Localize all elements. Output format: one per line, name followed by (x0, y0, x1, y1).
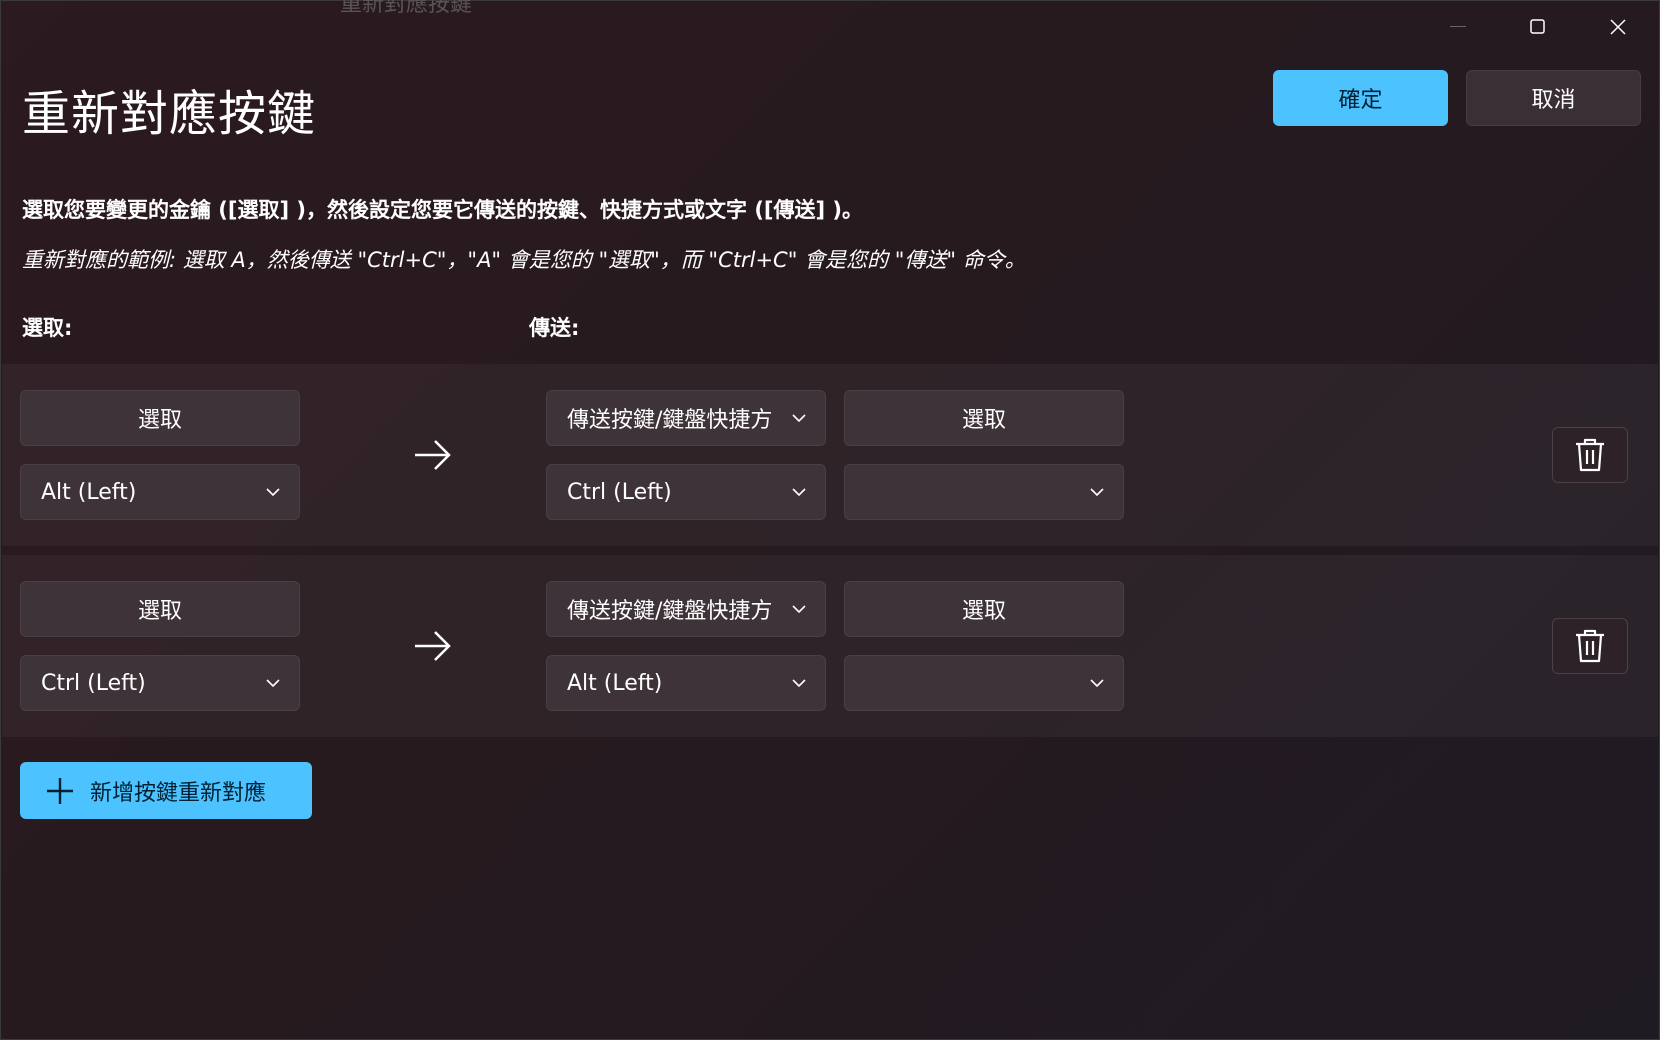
send-key-dropdown[interactable]: Ctrl (Left) (546, 464, 826, 520)
ok-button[interactable]: 確定 (1273, 70, 1448, 126)
chevron-down-icon (773, 604, 825, 614)
page-title: 重新對應按鍵 (22, 86, 317, 142)
select-shortcut-button[interactable]: 選取 (844, 581, 1124, 637)
minimize-button[interactable] (1418, 0, 1498, 54)
chevron-down-icon (773, 487, 825, 497)
send-column-label: 傳送: (529, 316, 580, 340)
delete-row-button[interactable] (1552, 427, 1628, 483)
select-column-label: 選取: (22, 316, 73, 340)
add-remapping-button[interactable]: 新增按鍵重新對應 (20, 762, 312, 819)
select-shortcut-button[interactable]: 選取 (844, 390, 1124, 446)
arrow-right-icon (415, 440, 451, 470)
trash-icon (1576, 438, 1604, 472)
cancel-button[interactable]: 取消 (1466, 70, 1641, 126)
plus-icon (20, 776, 90, 806)
arrow-right-icon (415, 631, 451, 661)
chevron-down-icon (247, 487, 299, 497)
select-key-button[interactable]: 選取 (20, 581, 300, 637)
send-key-value: Ctrl (Left) (567, 479, 672, 505)
send-key2-dropdown[interactable] (844, 464, 1124, 520)
original-key-value: Alt (Left) (41, 479, 137, 505)
send-type-value: 傳送按鍵/鍵盤快捷方式 (567, 408, 773, 433)
send-type-value: 傳送按鍵/鍵盤快捷方式 (567, 599, 773, 624)
maximize-icon (1530, 19, 1545, 34)
chevron-down-icon (247, 678, 299, 688)
close-button[interactable] (1578, 0, 1658, 54)
select-key-button[interactable]: 選取 (20, 390, 300, 446)
chevron-down-icon (1071, 678, 1123, 688)
original-key-dropdown[interactable]: Ctrl (Left) (20, 655, 300, 711)
window-title: 重新對應按鍵 (340, 0, 473, 17)
send-key2-dropdown[interactable] (844, 655, 1124, 711)
delete-row-button[interactable] (1552, 618, 1628, 674)
chevron-down-icon (773, 678, 825, 688)
close-icon (1610, 19, 1626, 35)
original-key-value: Ctrl (Left) (41, 670, 146, 696)
minimize-icon (1450, 26, 1466, 27)
send-type-dropdown[interactable]: 傳送按鍵/鍵盤快捷方式 (546, 581, 826, 637)
chevron-down-icon (773, 413, 825, 423)
trash-icon (1576, 629, 1604, 663)
original-key-dropdown[interactable]: Alt (Left) (20, 464, 300, 520)
instructions-text: 選取您要變更的金鑰 ([選取] )，然後設定您要它傳送的按鍵、快捷方式或文字 (… (22, 198, 864, 222)
send-key-value: Alt (Left) (567, 670, 663, 696)
send-type-dropdown[interactable]: 傳送按鍵/鍵盤快捷方式 (546, 390, 826, 446)
send-key-dropdown[interactable]: Alt (Left) (546, 655, 826, 711)
add-remapping-label: 新增按鍵重新對應 (90, 780, 267, 806)
example-text: 重新對應的範例: 選取 A，然後傳送 "Ctrl+C"，"A" 會是您的 "選取… (22, 248, 1026, 272)
chevron-down-icon (1071, 487, 1123, 497)
maximize-button[interactable] (1498, 0, 1578, 54)
